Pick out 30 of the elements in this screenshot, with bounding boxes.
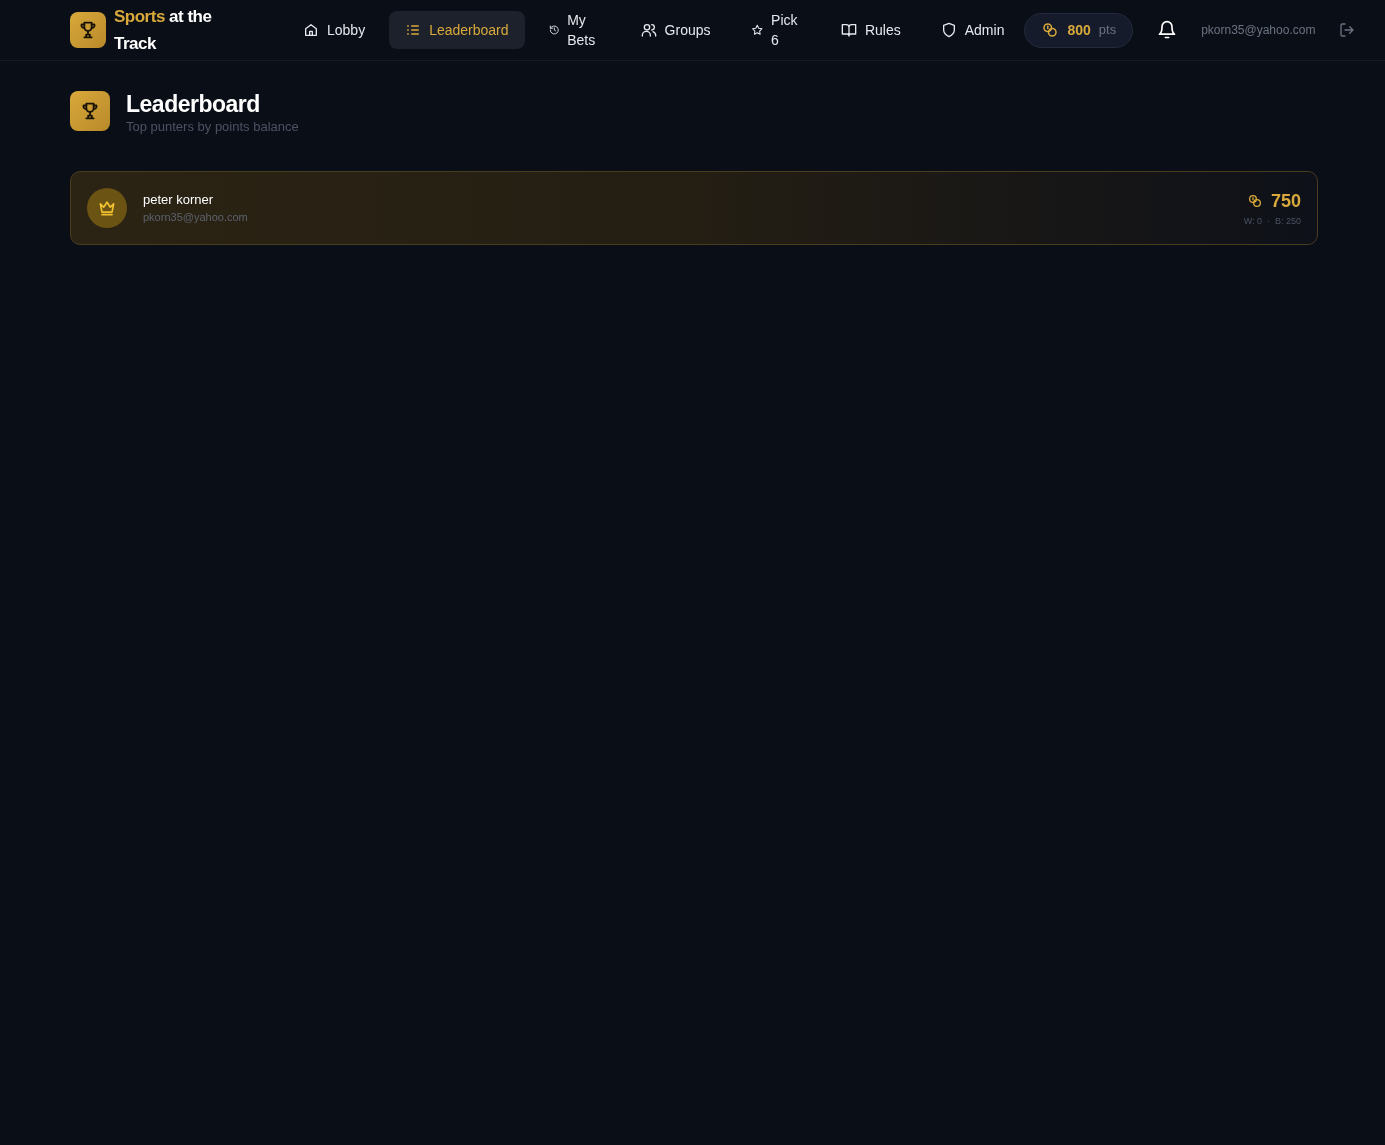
nav-tab[interactable]: Lobby — [287, 11, 382, 49]
nav-tab[interactable]: Admin — [924, 11, 1021, 49]
users-icon — [640, 22, 657, 38]
page-subtitle: Top punters by points balance — [126, 118, 299, 136]
logo-icon — [70, 12, 106, 48]
nav-tab[interactable]: Rules — [824, 11, 917, 49]
nav-tab[interactable]: My Bets — [532, 1, 617, 59]
trophy-icon — [70, 91, 110, 131]
home-icon — [303, 22, 319, 38]
page-title: Leaderboard — [126, 91, 261, 117]
nav-tab[interactable]: Groups — [624, 11, 727, 49]
star-icon — [750, 22, 764, 38]
user-email: pkorn35@yahoo.com — [1201, 22, 1316, 39]
player-stats: W: 0 · B: 250 — [1243, 214, 1301, 228]
player-email: pkorn35@yahoo.com — [143, 210, 249, 226]
points-balance: 800 pts — [1024, 12, 1134, 48]
bell-icon[interactable] — [1157, 20, 1178, 40]
history-icon — [548, 22, 560, 38]
crown-icon — [87, 187, 127, 228]
coins-icon — [1041, 21, 1060, 39]
brand-name: Sports at the Track — [114, 6, 213, 55]
player-name: peter korner — [143, 190, 215, 209]
logout-icon[interactable] — [1339, 22, 1356, 38]
book-icon — [840, 22, 857, 38]
shield-icon — [940, 22, 957, 38]
coins-icon — [1246, 193, 1263, 209]
nav-tab[interactable]: Pick 6 — [734, 1, 817, 59]
nav-tab[interactable]: Leaderboard — [389, 11, 525, 49]
player-points: 750 — [1270, 189, 1301, 213]
list-icon — [405, 22, 422, 38]
